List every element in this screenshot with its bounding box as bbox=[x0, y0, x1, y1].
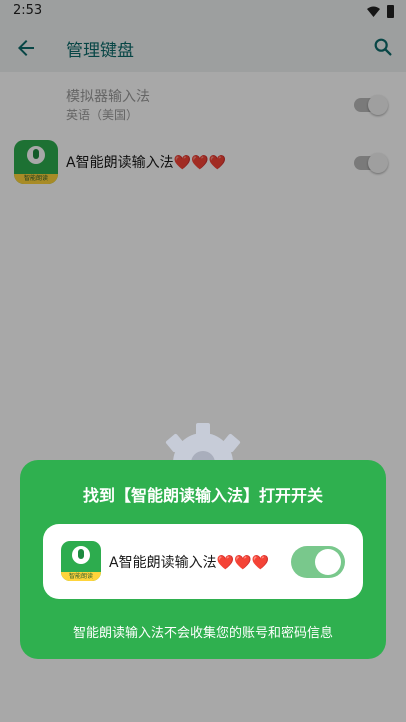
toggle-knob bbox=[315, 549, 341, 575]
guide-toggle-on[interactable] bbox=[291, 546, 345, 578]
privacy-note: 智能朗读输入法不会收集您的账号和密码信息 bbox=[72, 626, 333, 641]
microphone-icon bbox=[72, 546, 90, 564]
smart-reading-app-icon: 智能朗读 bbox=[61, 541, 101, 581]
guide-keyboard-name: A智能朗读输入法❤️❤️❤️ bbox=[109, 555, 269, 571]
manage-keyboards-screen: 2:53 管理键盘 模拟器输入法 英语（美国） 智能朗读 A智能朗读输入法❤️❤… bbox=[0, 0, 406, 722]
app-icon-caption: 智能朗读 bbox=[61, 572, 101, 581]
enable-guide-card: 找到【智能朗读输入法】打开开关 智能朗读 A智能朗读输入法❤️❤️❤️ 智能朗读… bbox=[20, 460, 386, 659]
guide-title: 找到【智能朗读输入法】打开开关 bbox=[82, 486, 323, 505]
guide-keyboard-row[interactable]: 智能朗读 A智能朗读输入法❤️❤️❤️ bbox=[43, 524, 363, 599]
